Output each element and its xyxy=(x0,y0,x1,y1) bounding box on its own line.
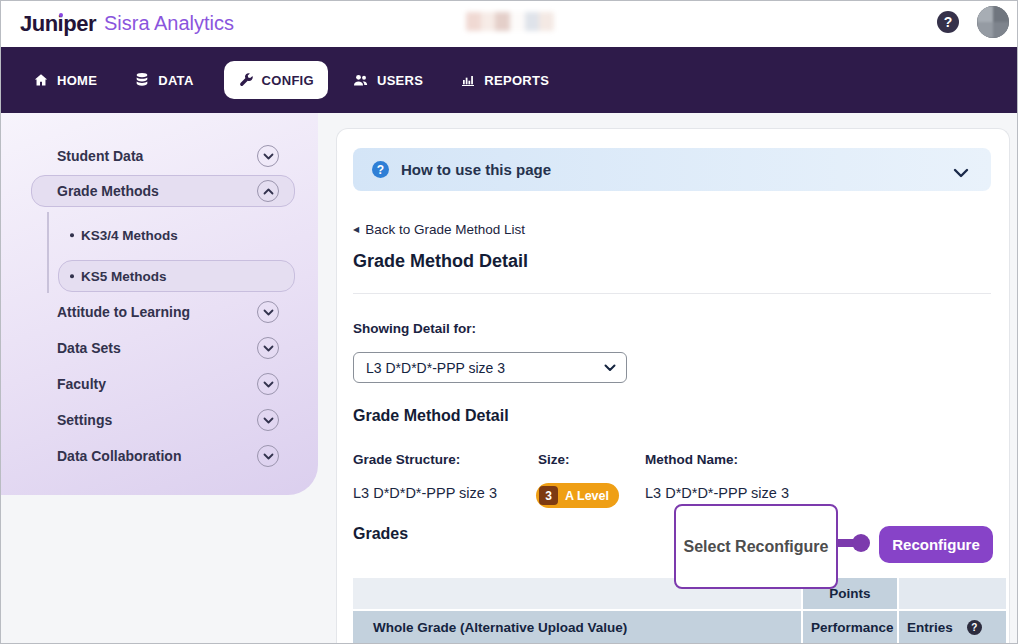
sidebar-item-grade-methods-label[interactable]: Grade Methods xyxy=(57,183,159,199)
question-circle-icon: ? xyxy=(372,161,389,178)
size-label: Size: xyxy=(538,452,570,467)
back-arrow-icon: ◀ xyxy=(353,225,359,234)
sidebar-item-data-sets[interactable]: Data Sets xyxy=(57,340,121,356)
chevron-down-icon[interactable] xyxy=(257,445,279,467)
chevron-down-icon[interactable] xyxy=(257,337,279,359)
bar-chart-icon xyxy=(460,72,476,88)
help-icon[interactable]: ? xyxy=(937,11,959,33)
chevron-down-icon[interactable] xyxy=(953,164,969,182)
help-banner[interactable]: ? How to use this page xyxy=(353,148,991,191)
bullet-icon xyxy=(70,233,74,237)
chevron-down-icon[interactable] xyxy=(257,373,279,395)
app-header: Juniper Sisra Analytics ? xyxy=(0,0,1018,47)
chevron-down-icon[interactable] xyxy=(257,301,279,323)
col-entries: Entries? xyxy=(899,611,1006,644)
main-content-card: ? How to use this page ◀Back to Grade Me… xyxy=(336,128,1010,644)
annotation-connector-dot xyxy=(852,534,870,552)
reconfigure-button[interactable]: Reconfigure xyxy=(879,526,993,563)
home-icon xyxy=(33,72,49,88)
database-icon xyxy=(134,72,150,88)
nav-item-data[interactable]: DATA xyxy=(134,72,193,88)
users-icon xyxy=(352,72,369,88)
method-name-label: Method Name: xyxy=(645,452,738,467)
method-select[interactable]: L3 D*D*D*-PPP size 3 xyxy=(353,352,627,383)
redacted-school-name xyxy=(466,12,554,31)
divider xyxy=(353,293,991,294)
sidebar-item-ks34-methods[interactable]: KS3/4 Methods xyxy=(81,228,178,243)
chevron-up-icon[interactable] xyxy=(257,180,279,202)
annotation-select-reconfigure: Select Reconfigure xyxy=(674,504,838,589)
size-badge-number: 3 xyxy=(539,486,558,505)
col-whole-grade: Whole Grade (Alternative Upload Value) xyxy=(353,611,803,644)
page-title: Grade Method Detail xyxy=(353,251,528,272)
nav-item-home[interactable]: HOME xyxy=(33,72,97,88)
sidebar-subtree-line xyxy=(47,212,49,293)
brand-logo[interactable]: Juniper Sisra Analytics xyxy=(20,0,234,47)
bullet-icon xyxy=(70,274,74,278)
sidebar-item-settings[interactable]: Settings xyxy=(57,412,112,428)
sidebar-item-data-collaboration[interactable]: Data Collaboration xyxy=(57,448,181,464)
sidebar-item-faculty[interactable]: Faculty xyxy=(57,376,106,392)
grade-structure-value: L3 D*D*D*-PPP size 3 xyxy=(353,485,497,501)
sidebar-item-student-data[interactable]: Student Data xyxy=(57,148,143,164)
table-header-row-columns: Whole Grade (Alternative Upload Value) P… xyxy=(353,611,1006,644)
brand-i-dot xyxy=(59,13,64,18)
col-performance: Performance xyxy=(803,611,899,644)
sidebar-item-attitude-to-learning[interactable]: Attitude to Learning xyxy=(57,304,190,320)
method-name-value: L3 D*D*D*-PPP size 3 xyxy=(645,485,789,501)
nav-item-config[interactable]: CONFIG xyxy=(224,61,328,99)
chevron-down-icon[interactable] xyxy=(257,409,279,431)
avatar-image xyxy=(977,6,1009,38)
avatar[interactable] xyxy=(977,6,1009,38)
chevron-down-icon[interactable] xyxy=(257,145,279,167)
chevron-down-icon xyxy=(604,364,616,372)
brand-name: Juniper xyxy=(20,11,96,37)
sidebar: Student Data Grade Methods KS3/4 Methods… xyxy=(0,113,318,495)
grades-section-title: Grades xyxy=(353,525,408,543)
nav-item-reports[interactable]: REPORTS xyxy=(460,72,549,88)
nav-item-users[interactable]: USERS xyxy=(352,72,423,88)
size-badge: 3 A Level xyxy=(536,483,619,508)
showing-detail-label: Showing Detail for: xyxy=(353,321,476,336)
back-link[interactable]: ◀Back to Grade Method List xyxy=(353,222,525,237)
main-nav: HOME DATA CONFIG USERS REPORTS xyxy=(0,47,1018,113)
wrench-icon xyxy=(238,72,254,88)
detail-section-title: Grade Method Detail xyxy=(353,407,509,425)
sidebar-item-ks5-methods-label[interactable]: KS5 Methods xyxy=(81,269,167,284)
product-name: Sisra Analytics xyxy=(104,12,234,35)
entries-help-icon[interactable]: ? xyxy=(967,620,982,635)
grade-structure-label: Grade Structure: xyxy=(353,452,460,467)
size-badge-label: A Level xyxy=(565,489,609,503)
help-banner-label: How to use this page xyxy=(401,161,551,178)
